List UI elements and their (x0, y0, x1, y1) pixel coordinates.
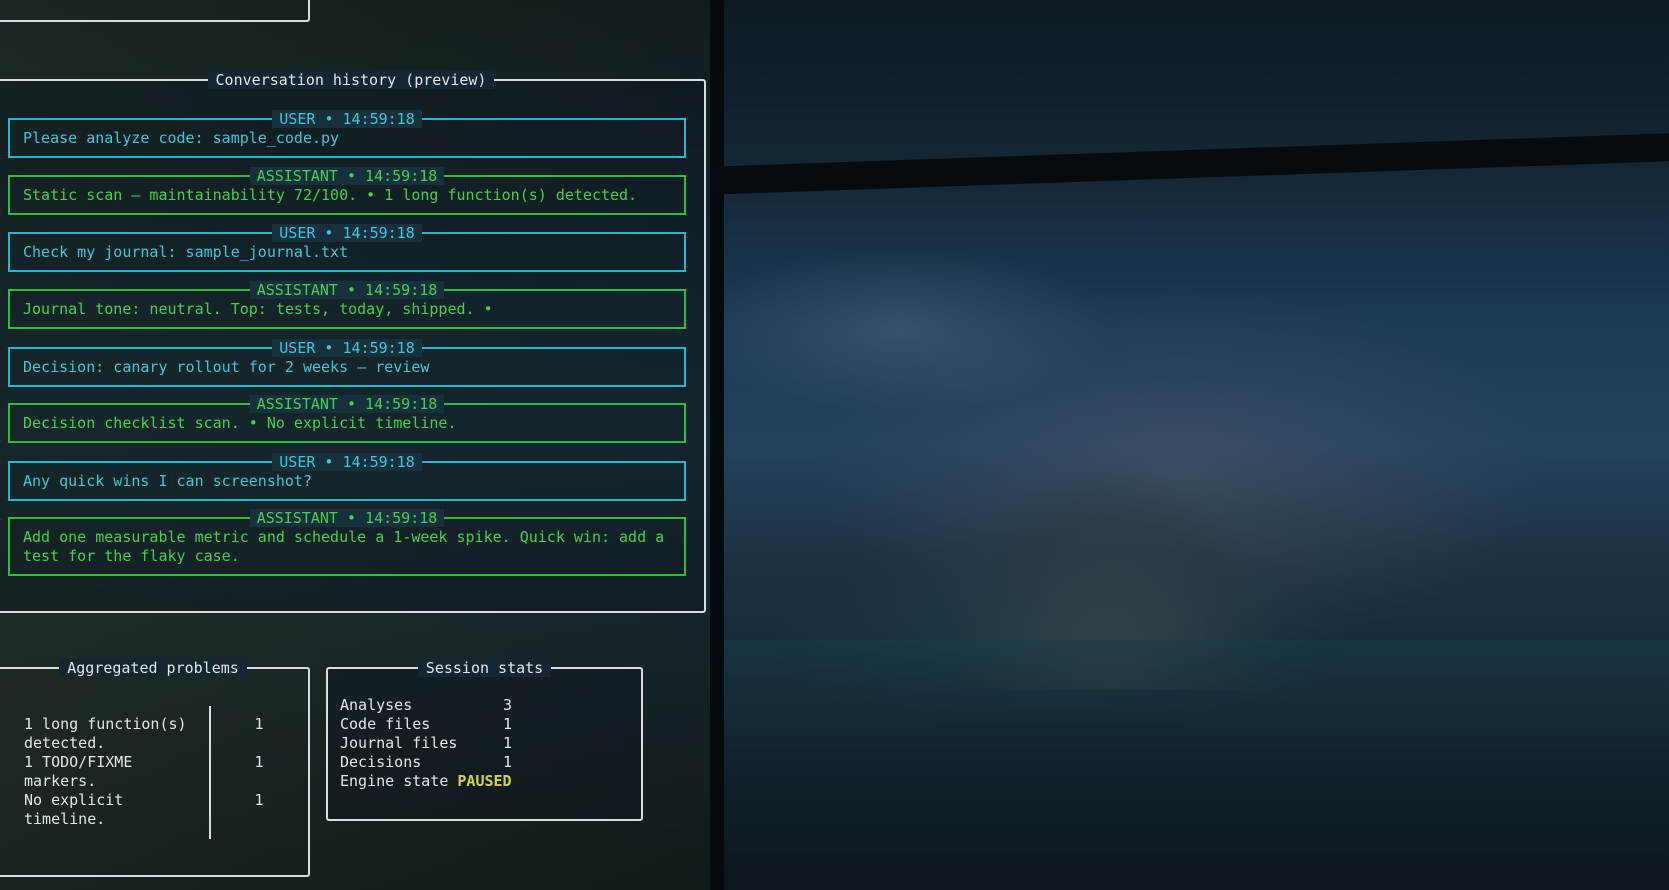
stat-row: Analyses 3 (340, 696, 512, 715)
message-text: Static scan — maintainability 72/100. • … (23, 186, 638, 204)
stat-label: Journal files (340, 734, 458, 752)
message-text: Add one measurable metric and schedule a… (23, 528, 665, 565)
stat-label: Decisions (340, 753, 422, 771)
problem-count: 1 (254, 753, 264, 771)
problem-count: 1 (254, 791, 264, 809)
message-assistant: ASSISTANT • 14:59:18 Static scan — maint… (8, 167, 686, 215)
stat-value: 1 (503, 753, 513, 771)
message-header: ASSISTANT • 14:59:18 (249, 509, 445, 527)
message-header: USER • 14:59:18 (272, 453, 422, 471)
message-text: Please analyze code: sample_code.py (23, 129, 340, 147)
message-text: Journal tone: neutral. Top: tests, today… (23, 300, 493, 318)
problem-text: 1 TODO/FIXME markers. (24, 753, 133, 790)
message-header: ASSISTANT • 14:59:18 (249, 167, 445, 185)
message-header: USER • 14:59:18 (272, 224, 422, 242)
stat-value: 1 (503, 734, 513, 752)
message-text: Decision: canary rollout for 2 weeks — r… (23, 358, 430, 376)
message-header: ASSISTANT • 14:59:18 (249, 281, 445, 299)
message-user: USER • 14:59:18 Any quick wins I can scr… (8, 453, 686, 501)
engine-state-row: Engine state PAUSED (340, 772, 512, 791)
engine-state-label: Engine state (340, 772, 449, 790)
stat-value: 3 (503, 696, 513, 714)
conversation-history-panel: Conversation history (preview) USER • 14… (0, 71, 706, 613)
stat-value: 1 (503, 715, 513, 733)
problem-text: No explicit timeline. (24, 791, 124, 828)
stat-row: Decisions 1 (340, 753, 512, 772)
stat-label: Analyses (340, 696, 413, 714)
message-header: USER • 14:59:18 (272, 339, 422, 357)
message-assistant: ASSISTANT • 14:59:18 Add one measurable … (8, 509, 686, 576)
message-text: Check my journal: sample_journal.txt (23, 243, 349, 261)
problem-count: 1 (254, 715, 264, 733)
engine-state-badge: PAUSED (457, 772, 512, 790)
message-user: USER • 14:59:18 Check my journal: sample… (8, 224, 686, 272)
top-panel-fragment (0, 0, 310, 22)
problem-text: 1 long function(s) detected. (24, 715, 187, 752)
message-assistant: ASSISTANT • 14:59:18 Decision checklist … (8, 395, 686, 443)
message-user: USER • 14:59:18 Please analyze code: sam… (8, 110, 686, 158)
wallpaper-window-frame (710, 0, 1669, 890)
stat-row: Code files 1 (340, 715, 512, 734)
problems-column-divider (209, 706, 211, 839)
stat-label: Code files (340, 715, 431, 733)
message-header: USER • 14:59:18 (272, 110, 422, 128)
message-assistant: ASSISTANT • 14:59:18 Journal tone: neutr… (8, 281, 686, 329)
message-user: USER • 14:59:18 Decision: canary rollout… (8, 339, 686, 387)
message-header: ASSISTANT • 14:59:18 (249, 395, 445, 413)
message-text: Decision checklist scan. • No explicit t… (23, 414, 457, 432)
message-text: Any quick wins I can screenshot? (23, 472, 312, 490)
stat-row: Journal files 1 (340, 734, 512, 753)
